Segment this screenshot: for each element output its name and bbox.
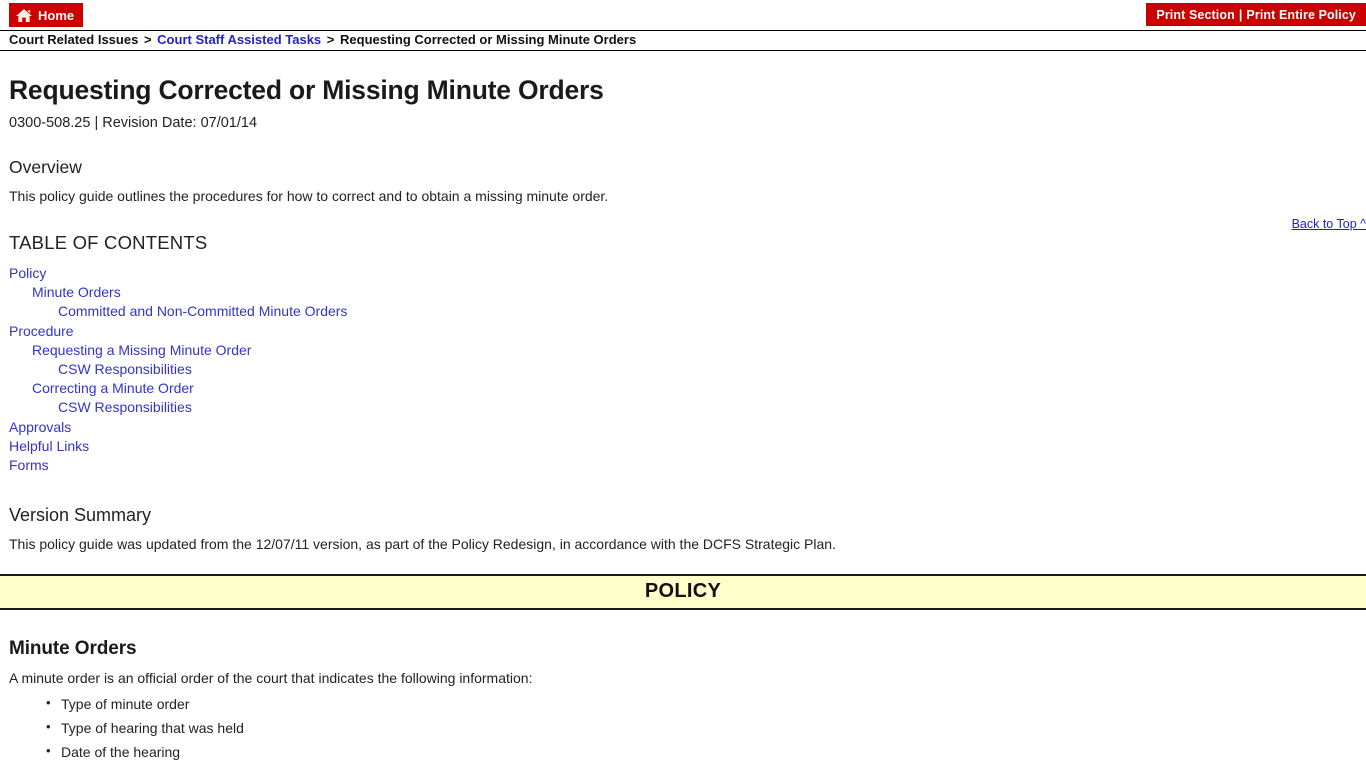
toc-link-3[interactable]: Procedure: [9, 322, 74, 341]
toc-link-5[interactable]: CSW Responsibilities: [9, 360, 192, 379]
policy-document: Requesting Corrected or Missing Minute O…: [0, 75, 1366, 768]
print-section-button[interactable]: Print Section: [1156, 8, 1234, 22]
version-summary-heading: Version Summary: [9, 505, 152, 526]
top-toolbar: Home Print Section | Print Entire Policy: [0, 0, 1366, 30]
house-icon: [15, 8, 33, 23]
breadcrumb: Court Related Issues > Court Staff Assis…: [0, 31, 1366, 50]
breadcrumb-divider: [0, 50, 1366, 51]
toc-link-8[interactable]: Approvals: [9, 418, 71, 437]
overview-text: This policy guide outlines the procedure…: [9, 188, 609, 204]
home-button-label: Home: [38, 7, 75, 23]
breadcrumb-item-2: Requesting Corrected or Missing Minute O…: [340, 32, 637, 47]
page-title: Requesting Corrected or Missing Minute O…: [9, 75, 604, 105]
minute-orders-heading: Minute Orders: [9, 638, 137, 660]
toc-link-10[interactable]: Forms: [9, 456, 49, 475]
policy-section-banner: POLICY: [0, 574, 1366, 611]
toc-link-9[interactable]: Helpful Links: [9, 437, 89, 456]
print-separator: |: [1238, 7, 1243, 22]
toc-link-4[interactable]: Requesting a Missing Minute Order: [9, 341, 251, 360]
breadcrumb-separator-1: >: [326, 32, 335, 47]
back-to-top-link[interactable]: Back to Top ^: [1292, 217, 1366, 231]
toc-link-1[interactable]: Minute Orders: [9, 283, 121, 302]
minute-orders-intro: A minute order is an official order of t…: [9, 670, 533, 687]
toc-link-7[interactable]: CSW Responsibilities: [9, 398, 192, 417]
policy-banner-wrapper: POLICY: [0, 574, 1366, 611]
list-item: Type of minute order: [46, 691, 1357, 716]
toc-link-0[interactable]: Policy: [9, 264, 46, 283]
table-of-contents: Policy Minute Orders Committed and Non-Com…: [9, 264, 1357, 475]
list-item: Date of the hearing: [46, 739, 1357, 764]
toc-link-6[interactable]: Correcting a Minute Order: [9, 379, 194, 398]
print-entire-policy-button[interactable]: Print Entire Policy: [1246, 8, 1356, 22]
breadcrumb-item-0[interactable]: Court Related Issues: [9, 32, 138, 47]
toc-link-2[interactable]: Committed and Non-Committed Minute Order…: [9, 302, 347, 321]
document-meta: 0300-508.25 | Revision Date: 07/01/14: [9, 115, 258, 131]
version-summary-text: This policy guide was updated from the 1…: [9, 536, 836, 553]
overview-heading: Overview: [9, 157, 82, 177]
home-button[interactable]: Home: [9, 3, 84, 27]
list-item: Department in which the case was heard: [46, 763, 1357, 768]
print-toolbar: Print Section | Print Entire Policy: [1146, 3, 1366, 26]
breadcrumb-separator-0: >: [143, 32, 152, 47]
table-of-contents-heading: TABLE OF CONTENTS: [9, 232, 208, 253]
list-item: Type of hearing that was held: [46, 715, 1357, 740]
minute-orders-bullet-list: Type of minute orderType of hearing that…: [9, 691, 1357, 768]
breadcrumb-item-1[interactable]: Court Staff Assisted Tasks: [157, 32, 321, 47]
